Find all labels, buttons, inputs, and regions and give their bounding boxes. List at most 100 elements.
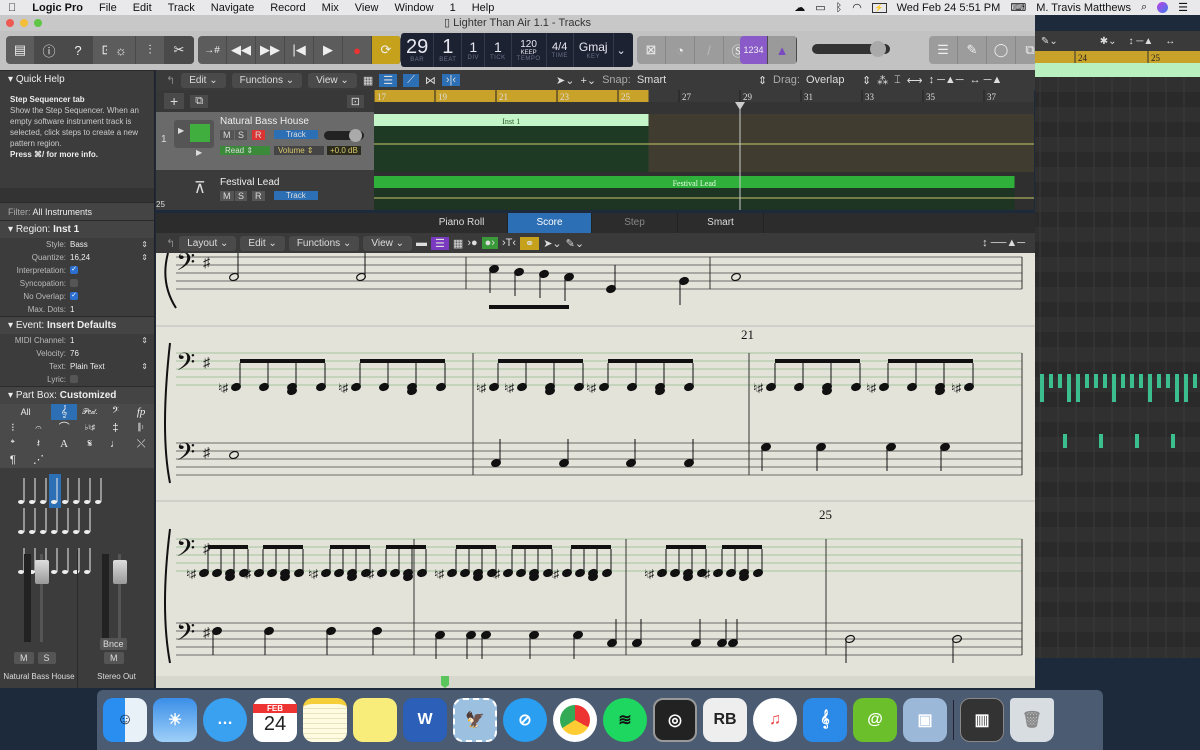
weather-icon[interactable]: ☀ (153, 698, 197, 742)
editors-button[interactable]: ✂ (165, 36, 194, 64)
tracks-edit-menu[interactable]: Edit ⌄ (181, 72, 226, 88)
part-box-notes-icon[interactable]: 𝄞 (51, 404, 77, 420)
trash-icon[interactable]: 🗑 (1010, 698, 1054, 742)
pencil-tool-icon[interactable]: ✎⌄ (566, 237, 584, 250)
menu-app[interactable]: Logic Pro (24, 2, 91, 14)
palette-note-head[interactable] (62, 500, 68, 504)
midi-in-icon[interactable]: ›● (467, 237, 477, 249)
keyboard-viewer-icon[interactable]: ⌨ (1010, 1, 1026, 14)
midi-note[interactable] (1076, 388, 1080, 402)
flex-icon[interactable]: ⋈ (425, 74, 436, 87)
track-button[interactable]: Track (274, 130, 318, 139)
grid-view-icon[interactable]: ▦ (363, 74, 373, 87)
menu-file[interactable]: File (91, 2, 125, 14)
vertical-zoom-slider[interactable]: ↕ ─▲ (1129, 36, 1154, 47)
spotlight-icon[interactable]: ⌕ (1141, 1, 1147, 14)
metronome-button[interactable]: ▲ (768, 36, 797, 64)
tracks-view-menu[interactable]: View ⌄ (308, 72, 357, 88)
part-box-cross-icon[interactable]: ⤬ (128, 436, 154, 452)
drag-select[interactable]: Overlap (806, 74, 856, 86)
midi-note[interactable] (1184, 374, 1188, 388)
midi-note[interactable] (1157, 374, 1161, 388)
screen-thumbnail-icon[interactable]: ▥ (960, 698, 1004, 742)
volume-fader[interactable] (35, 560, 49, 584)
midi-note[interactable] (1135, 434, 1139, 448)
arrange-area[interactable]: 17 19 21 23 25 27 29 31 33 35 37 Inst 1 Festival Lea… (374, 90, 1034, 210)
mute-button[interactable]: M (220, 130, 234, 140)
close-window-button[interactable] (6, 19, 14, 27)
midi-note[interactable] (1166, 374, 1170, 388)
strip-solo-button[interactable]: S (37, 652, 56, 664)
midi-note[interactable] (1103, 374, 1107, 388)
record-button[interactable]: ● (343, 36, 372, 64)
score-zoom-slider[interactable]: ↕ ──▲─ (982, 237, 1025, 249)
midi-note[interactable] (1063, 434, 1067, 448)
strip-mute-button[interactable]: M (14, 652, 34, 664)
palette-note-head[interactable] (29, 530, 35, 534)
track-name[interactable]: Festival Lead (220, 177, 279, 188)
param-lyric[interactable]: Lyric: (0, 373, 154, 386)
quick-help-button[interactable]: ? (64, 36, 93, 64)
param-no-overlap[interactable]: No Overlap: ✓ (0, 290, 154, 303)
part-box-chords-icon[interactable]: ⋰ (26, 452, 52, 468)
catch-playhead-icon[interactable]: ›|‹ (441, 74, 460, 86)
part-box-fermata-icon[interactable]: 𝄐 (26, 420, 52, 436)
master-volume-slider[interactable] (812, 41, 890, 57)
airplay-icon[interactable]: ▭ (815, 1, 825, 14)
midi-note[interactable] (1193, 374, 1197, 388)
cycle-area[interactable] (374, 90, 649, 102)
midi-note[interactable] (1040, 388, 1044, 402)
disclosure-icon[interactable]: ▶ (178, 126, 184, 135)
menu-1[interactable]: 1 (442, 2, 464, 14)
param-interpretation[interactable]: Interpretation: ✓ (0, 264, 154, 277)
part-box-pedal-icon[interactable]: 𝒫𝑒𝒹. (77, 404, 103, 420)
master-volume-knob[interactable] (870, 41, 886, 57)
midi-note[interactable] (1121, 374, 1125, 388)
global-tracks-button[interactable]: ⊡ (346, 94, 364, 108)
palette-note-head[interactable] (84, 530, 90, 534)
midi-note[interactable] (1112, 374, 1116, 388)
param-syncopation[interactable]: Syncopation: (0, 277, 154, 290)
part-box-accidentals-icon[interactable]: ♭♮♯ (77, 420, 103, 436)
midi-note[interactable] (1040, 374, 1044, 388)
linear-view-icon[interactable]: ▬ (416, 237, 427, 249)
notepad-button[interactable]: ✎ (958, 36, 987, 64)
pointer-tool-icon[interactable]: ➤⌄ (556, 74, 574, 87)
midi-note[interactable] (1175, 374, 1179, 388)
horizontal-zoom-slider[interactable]: ↔ ─▲ (970, 74, 1003, 86)
param-text[interactable]: Text: Plain Text ⇕ (0, 360, 154, 373)
lyric-checkbox[interactable] (70, 375, 78, 383)
horizontal-zoom-fit-icon[interactable]: ⟷ (907, 74, 923, 87)
menu-track[interactable]: Track (160, 2, 203, 14)
score-view-menu[interactable]: View ⌄ (363, 235, 413, 251)
siri-icon[interactable] (1157, 2, 1169, 13)
cycle-button[interactable]: ⟳ (372, 36, 401, 64)
messages-icon[interactable]: … (203, 698, 247, 742)
track-name[interactable]: Natural Bass House (220, 116, 309, 127)
snap-select[interactable]: Smart (637, 74, 752, 86)
menu-record[interactable]: Record (262, 2, 313, 14)
lcd-beat[interactable]: 1 BEAT (434, 33, 463, 67)
part-box-rest-icon[interactable]: 𝄽 (26, 436, 52, 452)
syncopation-checkbox[interactable] (70, 279, 78, 287)
safari-icon[interactable]: ⊘ (503, 698, 547, 742)
secondary-tool-icon[interactable]: +⌄ (580, 74, 596, 87)
gear-icon[interactable]: ✱⌄ (1100, 36, 1117, 47)
battery-icon[interactable]: ⚡ (871, 2, 887, 13)
loop-browser-button[interactable]: ◯ (987, 36, 1016, 64)
tab-smart-tempo[interactable]: Smart Tempo (678, 213, 764, 248)
interpretation-checkbox[interactable]: ✓ (70, 266, 78, 274)
part-box-repeat-icon[interactable]: 𝄆 (128, 420, 154, 436)
palette-note-head[interactable] (40, 530, 46, 534)
count-in-button[interactable]: 1234 (740, 36, 768, 64)
pointer-tool-icon[interactable]: ➤⌄ (543, 237, 561, 250)
wifi-icon[interactable]: ◠ (852, 1, 862, 14)
control-center-icon[interactable]: ☰ (1178, 1, 1188, 14)
midi-note[interactable] (1148, 388, 1152, 402)
midi-note[interactable] (1067, 374, 1071, 388)
calendar-icon[interactable]: FEB 24 (253, 698, 297, 742)
part-box-dynamics-icon[interactable]: fp (128, 404, 154, 420)
midi-out-icon[interactable]: ●› (481, 237, 498, 249)
record-enable-button[interactable]: R (252, 191, 265, 201)
fast-forward-button[interactable]: ▶▶ (256, 36, 285, 64)
